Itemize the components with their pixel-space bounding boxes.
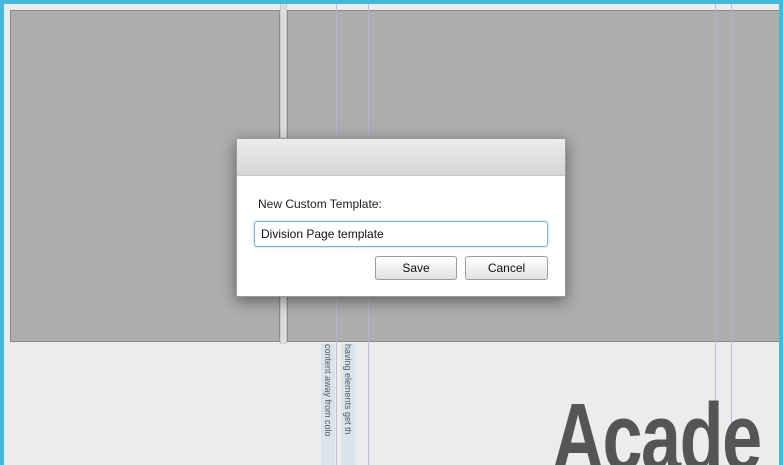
dialog-titlebar[interactable] — [237, 139, 565, 176]
template-name-input[interactable] — [254, 221, 548, 247]
cancel-button[interactable]: Cancel — [465, 256, 548, 280]
page-heading: Acade — [552, 384, 762, 465]
sidebar-column-strip: having elements get th — [341, 344, 355, 465]
vertical-text: content away from colo — [323, 344, 333, 437]
vertical-text: having elements get th — [343, 344, 353, 435]
new-custom-template-dialog: New Custom Template: Save Cancel — [236, 138, 566, 297]
template-name-label: New Custom Template: — [258, 197, 382, 211]
sidebar-column-strip: content away from colo — [321, 344, 335, 465]
save-button[interactable]: Save — [375, 256, 457, 280]
